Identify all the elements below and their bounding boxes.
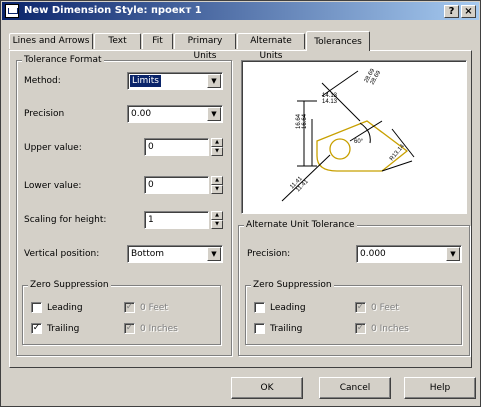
- alt-precision-value: 0.000: [360, 249, 386, 259]
- trailing-label: Trailing: [47, 324, 80, 334]
- tab-primary-units[interactable]: Primary Units: [174, 33, 236, 61]
- tab-alternate-units[interactable]: Alternate Units: [237, 33, 305, 61]
- inches-checkbox: ✓: [124, 323, 135, 334]
- method-value: Limits: [130, 75, 161, 87]
- alt-trailing-checkbox[interactable]: [254, 323, 265, 334]
- help-icon[interactable]: ?: [444, 5, 459, 18]
- leading-checkbox[interactable]: [31, 302, 42, 313]
- vertical-position-select[interactable]: Bottom ▼: [127, 245, 223, 263]
- spin-up-icon[interactable]: ▲: [211, 211, 223, 220]
- tab-tolerances[interactable]: Tolerances: [306, 31, 370, 51]
- inches-label: 0 Inches: [140, 324, 178, 334]
- feet-checkbox: ✓: [124, 302, 135, 313]
- alt-precision-select[interactable]: 0.000 ▼: [356, 245, 462, 263]
- method-label: Method:: [24, 76, 61, 86]
- spin-down-icon[interactable]: ▼: [211, 147, 223, 156]
- zero-suppression-title: Zero Suppression: [28, 279, 111, 291]
- method-select[interactable]: Limits ▼: [127, 72, 223, 90]
- precision-select[interactable]: 0.00 ▼: [127, 105, 223, 123]
- title-bar[interactable]: New Dimension Style: проект 1 ? ×: [2, 2, 479, 20]
- help-button[interactable]: Help: [404, 377, 476, 399]
- alt-feet-label: 0 Feet: [371, 303, 399, 313]
- tolerance-format-title: Tolerance Format: [22, 54, 104, 66]
- scaling-input[interactable]: 1: [144, 211, 209, 229]
- feet-label: 0 Feet: [140, 303, 168, 313]
- alt-leading-label: Leading: [270, 303, 306, 313]
- alt-precision-label: Precision:: [247, 249, 291, 259]
- chevron-down-icon[interactable]: ▼: [446, 247, 460, 261]
- zero-suppression-group: Zero Suppression: [22, 279, 221, 345]
- precision-value: 0.00: [131, 109, 152, 119]
- vertical-position-value: Bottom: [131, 249, 165, 259]
- alt-zero-suppression-title: Zero Suppression: [251, 279, 334, 291]
- alt-feet-checkbox: ✓: [355, 302, 366, 313]
- ok-button[interactable]: OK: [231, 377, 303, 399]
- preview-dim-text: 16.64: [302, 113, 308, 129]
- alt-trailing-label: Trailing: [270, 324, 303, 334]
- spin-up-icon[interactable]: ▲: [211, 176, 223, 185]
- spin-down-icon[interactable]: ▼: [211, 220, 223, 229]
- alt-leading-checkbox[interactable]: [254, 302, 265, 313]
- spin-down-icon[interactable]: ▼: [211, 185, 223, 194]
- alt-inches-checkbox: ✓: [355, 323, 366, 334]
- leading-label: Leading: [47, 303, 83, 313]
- upper-value-label: Upper value:: [24, 143, 82, 153]
- trailing-checkbox[interactable]: ✓: [31, 323, 42, 334]
- tab-text[interactable]: Text: [94, 33, 141, 49]
- lower-value-input[interactable]: 0: [144, 176, 209, 194]
- chevron-down-icon[interactable]: ▼: [207, 247, 221, 261]
- preview-dim-text: 60°: [354, 139, 364, 145]
- scaling-label: Scaling for height:: [24, 215, 107, 225]
- preview-dim-text: R13.14: [389, 143, 406, 162]
- alternate-unit-tolerance-title: Alternate Unit Tolerance: [244, 219, 357, 231]
- tab-lines-arrows[interactable]: Lines and Arrows: [9, 33, 93, 49]
- tab-fit[interactable]: Fit: [142, 33, 173, 49]
- preview-panel: 16.64 16.64 14.13 14.13 28.69 28.69 60° …: [241, 60, 467, 214]
- lower-value-spinner: 0 ▲ ▼: [144, 176, 223, 194]
- dimension-preview-drawing: 16.64 16.64 14.13 14.13 28.69 28.69 60° …: [281, 67, 415, 202]
- preview-dim-text: 14.13: [322, 99, 338, 105]
- chevron-down-icon[interactable]: ▼: [207, 107, 221, 121]
- close-icon[interactable]: ×: [461, 5, 476, 18]
- precision-label: Precision: [24, 109, 65, 119]
- app-icon: [5, 4, 19, 18]
- upper-value-spinner: 0 ▲ ▼: [144, 138, 223, 156]
- alt-zero-suppression-group: Zero Suppression: [245, 279, 462, 345]
- upper-value-input[interactable]: 0: [144, 138, 209, 156]
- alt-inches-label: 0 Inches: [371, 324, 409, 334]
- scaling-spinner: 1 ▲ ▼: [144, 211, 223, 229]
- cancel-button[interactable]: Cancel: [319, 377, 391, 399]
- chevron-down-icon[interactable]: ▼: [207, 74, 221, 88]
- vertical-position-label: Vertical position:: [24, 249, 100, 259]
- lower-value-label: Lower value:: [24, 181, 82, 191]
- window-title: New Dimension Style: проект 1: [24, 5, 202, 16]
- spin-up-icon[interactable]: ▲: [211, 138, 223, 147]
